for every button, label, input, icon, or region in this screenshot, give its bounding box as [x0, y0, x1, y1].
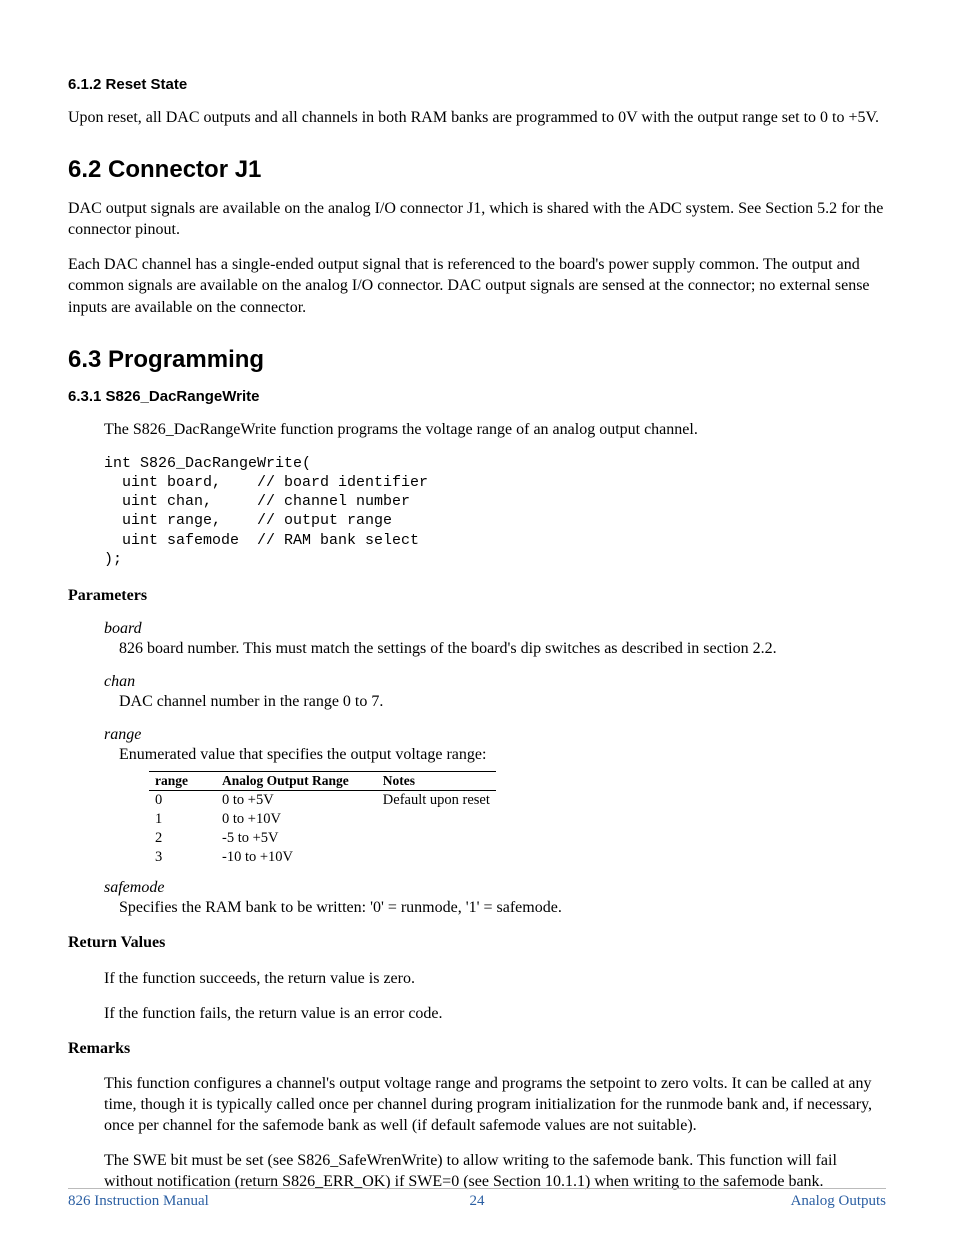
code-block: int S826_DacRangeWrite( uint board, // b…: [104, 454, 886, 569]
td: 0 to +10V: [216, 810, 377, 829]
paragraph: Upon reset, all DAC outputs and all chan…: [68, 107, 886, 128]
paragraph: If the function fails, the return value …: [104, 1003, 886, 1024]
paragraph: The S826_DacRangeWrite function programs…: [104, 419, 886, 440]
return-values-heading: Return Values: [68, 932, 886, 953]
param-name-safemode: safemode: [104, 879, 886, 897]
td: 2: [149, 829, 216, 848]
paragraph: This function configures a channel's out…: [104, 1073, 886, 1136]
th-analog-output-range: Analog Output Range: [216, 772, 377, 791]
parameters-heading: Parameters: [68, 585, 886, 606]
remarks-heading: Remarks: [68, 1038, 886, 1059]
td: Default upon reset: [377, 791, 496, 811]
footer-page-number: 24: [68, 1193, 886, 1210]
th-range: range: [149, 772, 216, 791]
heading-6-3-1: 6.3.1 S826_DacRangeWrite: [68, 388, 886, 405]
td: [377, 848, 496, 867]
td: 3: [149, 848, 216, 867]
table-row: 3 -10 to +10V: [149, 848, 496, 867]
table-row: 1 0 to +10V: [149, 810, 496, 829]
table-row: 2 -5 to +5V: [149, 829, 496, 848]
td: [377, 810, 496, 829]
param-desc-safemode: Specifies the RAM bank to be written: '0…: [119, 897, 886, 918]
paragraph: If the function succeeds, the return val…: [104, 968, 886, 989]
td: -5 to +5V: [216, 829, 377, 848]
heading-6-3: 6.3 Programming: [68, 346, 886, 374]
param-desc-chan: DAC channel number in the range 0 to 7.: [119, 691, 886, 712]
param-desc-board: 826 board number. This must match the se…: [119, 638, 886, 659]
table-header-row: range Analog Output Range Notes: [149, 772, 496, 791]
param-name-chan: chan: [104, 673, 886, 691]
td: 0 to +5V: [216, 791, 377, 811]
page-footer: 826 Instruction Manual 24 Analog Outputs: [68, 1188, 886, 1210]
param-name-range: range: [104, 726, 886, 744]
td: [377, 829, 496, 848]
td: 0: [149, 791, 216, 811]
paragraph: Each DAC channel has a single-ended outp…: [68, 254, 886, 317]
page: 6.1.2 Reset State Upon reset, all DAC ou…: [0, 0, 954, 1246]
paragraph: DAC output signals are available on the …: [68, 198, 886, 240]
th-notes: Notes: [377, 772, 496, 791]
range-table: range Analog Output Range Notes 0 0 to +…: [149, 771, 496, 867]
param-name-board: board: [104, 620, 886, 638]
paragraph: The SWE bit must be set (see S826_SafeWr…: [104, 1150, 886, 1192]
td: -10 to +10V: [216, 848, 377, 867]
heading-6-2: 6.2 Connector J1: [68, 156, 886, 184]
param-desc-range: Enumerated value that specifies the outp…: [119, 744, 886, 765]
heading-6-1-2: 6.1.2 Reset State: [68, 76, 886, 93]
table-row: 0 0 to +5V Default upon reset: [149, 791, 496, 811]
td: 1: [149, 810, 216, 829]
